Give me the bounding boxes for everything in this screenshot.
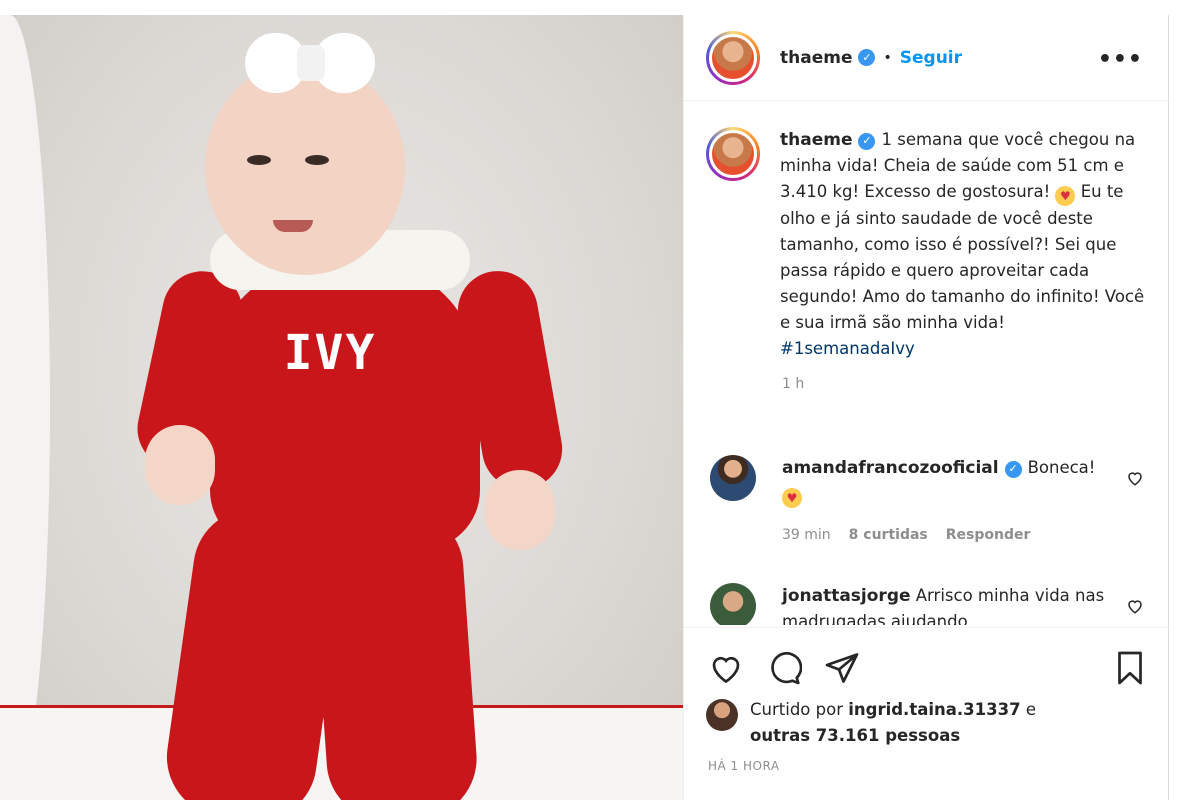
verified-badge-icon: ✓ [858, 49, 876, 66]
post-photo[interactable]: J IVY [0, 15, 683, 800]
action-bar [684, 627, 1169, 705]
commenter-username[interactable]: jonattasjorge [782, 586, 911, 606]
comment-meta: 39 min 8 curtidas Responder [782, 522, 1112, 548]
heart-eyes-emoji-icon: ♥ [782, 488, 802, 508]
likes-count-link[interactable]: outras 73.161 pessoas [750, 726, 960, 745]
bookmark-icon[interactable] [1112, 650, 1148, 686]
liked-by: Curtido por ingrid.taina.31337 e outras … [706, 697, 1156, 749]
post-header: thaeme ✓ • Seguir ••• [684, 15, 1169, 101]
baby-eye-left [247, 155, 271, 165]
post-side-panel: thaeme ✓ • Seguir ••• thaeme ✓ 1 semana qu… [683, 15, 1169, 800]
comment-time[interactable]: 39 min [782, 522, 831, 548]
onesie-name: IVY [283, 325, 377, 381]
verified-badge-icon: ✓ [1004, 460, 1022, 478]
liker-username[interactable]: ingrid.taina.31337 [848, 700, 1020, 719]
baby-eye-right [305, 155, 329, 165]
caption-text: thaeme ✓ 1 semana que você chegou na minha… [780, 127, 1145, 362]
caption: thaeme ✓ 1 semana que você chegou na minha… [706, 127, 1156, 392]
commenter-avatar[interactable] [710, 455, 756, 501]
top-strip [0, 0, 1200, 15]
author-avatar-image [709, 33, 757, 82]
reply-button[interactable]: Responder [946, 522, 1031, 548]
comments-list[interactable]: amandafrancozooficial ✓ Boneca! ♥ 39 min 8… [684, 455, 1169, 625]
author-avatar[interactable] [706, 30, 760, 85]
hashtag-link[interactable]: #1semanadaIvy [780, 336, 1145, 362]
baby-body: IVY [130, 230, 569, 800]
caption-body-continued: Eu te olho e já sinto saudade de você de… [780, 182, 1145, 332]
caption-username[interactable]: thaeme [780, 130, 852, 150]
bow-knot [297, 45, 325, 81]
comment-text: Boneca! [1027, 458, 1096, 477]
hair-bow [245, 33, 375, 113]
page-gutter [1169, 0, 1200, 800]
caption-time[interactable]: 1 h [782, 376, 1156, 392]
comment-like-heart-icon[interactable] [1126, 597, 1144, 615]
commenter-username[interactable]: amandafrancozooficial [782, 458, 999, 478]
post-timestamp[interactable]: HÁ 1 HORA [708, 759, 780, 773]
author-username[interactable]: thaeme [780, 48, 852, 68]
liker-avatar[interactable] [706, 699, 738, 731]
comment-body: amandafrancozooficial ✓ Boneca! ♥ 39 min 8… [782, 455, 1112, 548]
heart-icon[interactable] [708, 650, 744, 686]
commenter-avatar[interactable] [710, 583, 756, 625]
more-options-icon[interactable]: ••• [1098, 47, 1143, 72]
baby-mouth [273, 220, 313, 232]
liked-by-text: Curtido por ingrid.taina.31337 e outras … [750, 697, 1036, 749]
comment-likes[interactable]: 8 curtidas [849, 522, 928, 548]
liked-prefix: Curtido por [750, 700, 843, 719]
liked-connector: e [1025, 700, 1036, 719]
baby-hand-left [145, 425, 215, 505]
comment-item: jonattasjorge Arrisco minha vida nas mad… [706, 583, 1156, 625]
follow-button[interactable]: Seguir [900, 48, 962, 68]
share-icon[interactable] [824, 650, 860, 686]
separator-dot: • [883, 49, 892, 66]
blanket-edge [0, 15, 50, 800]
comment-icon[interactable] [766, 650, 802, 686]
baby-hand-right [485, 470, 555, 550]
caption-avatar[interactable] [706, 127, 760, 181]
comment-like-heart-icon[interactable] [1126, 469, 1144, 487]
caption-avatar-image [709, 130, 757, 178]
comment-body: jonattasjorge Arrisco minha vida nas mad… [782, 583, 1112, 625]
comment-item: amandafrancozooficial ✓ Boneca! ♥ 39 min 8… [706, 455, 1156, 548]
heart-eyes-emoji-icon: ♥ [1055, 186, 1076, 206]
baby-onesie [210, 260, 480, 550]
verified-badge-icon: ✓ [858, 132, 876, 150]
